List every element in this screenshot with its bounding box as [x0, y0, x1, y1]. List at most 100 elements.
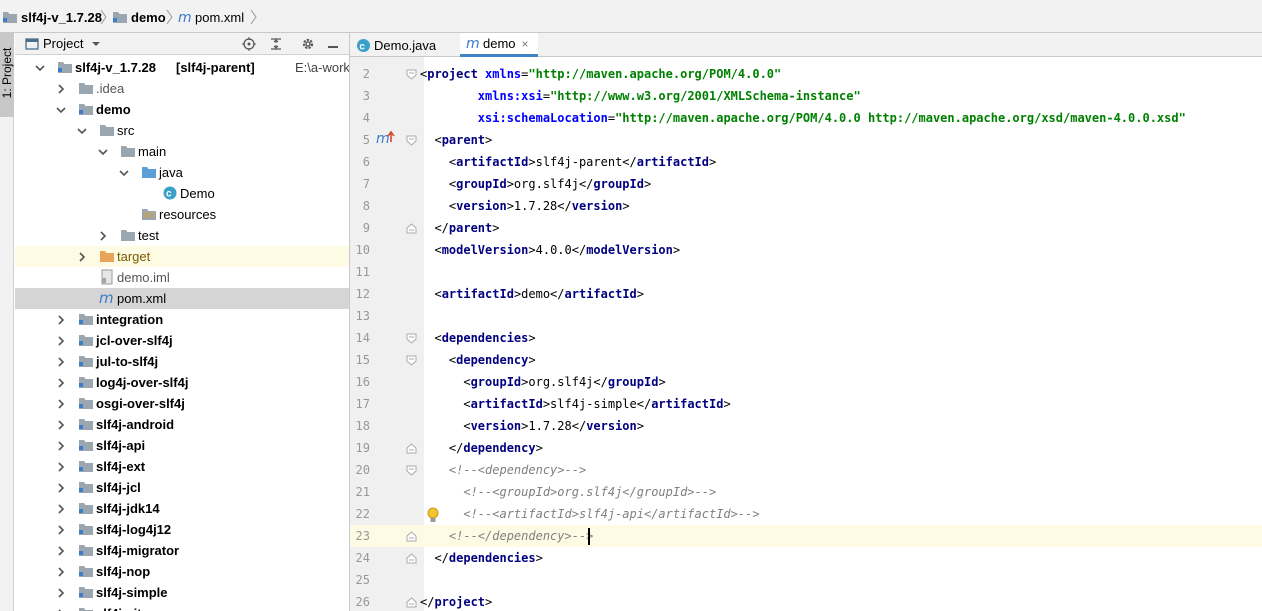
chevron-down-icon[interactable]: [98, 147, 108, 157]
tree-item-label: slf4j-simple: [96, 585, 168, 600]
tab-demo-pom[interactable]: m demo ×: [460, 33, 538, 57]
tree-item-label: slf4j-site: [96, 606, 149, 611]
code-token: >: [492, 221, 500, 235]
settings-gear-icon[interactable]: [300, 36, 316, 52]
tree-item-slf4j-v-1-7-28[interactable]: slf4j-v_1.7.28 [slf4j-parent] E:\a-worksp…: [15, 57, 349, 78]
tree-item-osgi-over-slf4j[interactable]: osgi-over-slf4j: [15, 393, 349, 414]
chevron-down-icon[interactable]: [35, 63, 45, 73]
fold-close-icon[interactable]: [406, 443, 417, 454]
chevron-right-icon[interactable]: [56, 378, 66, 388]
tree-item-resources[interactable]: resources: [15, 204, 349, 225]
tab-demo-java[interactable]: c Demo.java: [356, 33, 460, 57]
locate-icon[interactable]: [241, 36, 257, 52]
tree-item-src[interactable]: src: [15, 120, 349, 141]
fold-close-icon[interactable]: [406, 597, 417, 608]
fold-close-icon[interactable]: [406, 553, 417, 564]
code-token: modelVersion: [441, 243, 529, 257]
tree-item-label: src: [117, 123, 135, 138]
code-token: <: [420, 287, 442, 301]
resources-folder-icon: [142, 209, 156, 220]
svg-text:c: c: [359, 41, 365, 52]
chevron-right-icon[interactable]: [56, 483, 66, 493]
code-line: <groupId>org.slf4j</groupId>: [420, 371, 665, 393]
fold-close-icon[interactable]: [406, 223, 417, 234]
tree-item-jul-to-slf4j[interactable]: jul-to-slf4j: [15, 351, 349, 372]
tree-item-slf4j-ext[interactable]: slf4j-ext: [15, 456, 349, 477]
chevron-right-icon[interactable]: [98, 231, 108, 241]
breadcrumb-module[interactable]: demo: [112, 8, 166, 26]
tree-item-slf4j-android[interactable]: slf4j-android: [15, 414, 349, 435]
breadcrumb-separator-icon: [250, 9, 257, 25]
chevron-down-icon[interactable]: [119, 168, 129, 178]
tree-item-pom-xml[interactable]: m pom.xml: [15, 288, 349, 309]
chevron-right-icon[interactable]: [56, 315, 66, 325]
chevron-right-icon[interactable]: [56, 399, 66, 409]
folder-icon: [100, 125, 114, 136]
tree-item-jcl-over-slf4j[interactable]: jcl-over-slf4j: [15, 330, 349, 351]
code-token: xmlns:xsi: [477, 89, 543, 103]
tree-item-demo-iml[interactable]: demo.iml: [15, 267, 349, 288]
tree-item-integration[interactable]: integration: [15, 309, 349, 330]
chevron-right-icon[interactable]: [56, 336, 66, 346]
hide-icon[interactable]: [325, 36, 341, 52]
fold-open-icon[interactable]: [406, 355, 417, 366]
fold-open-icon[interactable]: [406, 69, 417, 80]
chevron-right-icon[interactable]: [56, 462, 66, 472]
project-view-selector[interactable]: Project: [25, 36, 101, 51]
breadcrumb-file[interactable]: m pom.xml: [178, 8, 244, 26]
iml-file-icon: [101, 269, 113, 285]
code-line: <artifactId>slf4j-parent</artifactId>: [420, 151, 716, 173]
code-line: xsi:schemaLocation="http://maven.apache.…: [420, 107, 1186, 129]
fold-close-icon[interactable]: [406, 531, 417, 542]
code-line: <dependency>: [420, 349, 536, 371]
chevron-right-icon[interactable]: [56, 441, 66, 451]
tree-item-slf4j-log4j12[interactable]: slf4j-log4j12: [15, 519, 349, 540]
tree-item-log4j-over-slf4j[interactable]: log4j-over-slf4j: [15, 372, 349, 393]
tree-item-demo[interactable]: demo: [15, 99, 349, 120]
tree-item-slf4j-api[interactable]: slf4j-api: [15, 435, 349, 456]
close-tab-icon[interactable]: ×: [522, 37, 529, 51]
chevron-right-icon[interactable]: [56, 84, 66, 94]
tree-item-label: slf4j-nop: [96, 564, 151, 579]
fold-open-icon[interactable]: [406, 465, 417, 476]
tree-item-slf4j-site[interactable]: slf4j-site: [15, 603, 349, 611]
module-folder-icon: [3, 12, 17, 23]
tree-item-slf4j-migrator[interactable]: slf4j-migrator: [15, 540, 349, 561]
tree-item-label: slf4j-jdk14: [96, 501, 160, 516]
code-token: >: [528, 331, 536, 345]
code-token: dependency: [463, 441, 536, 455]
tree-item-target[interactable]: target: [15, 246, 349, 267]
editor-tab-bar: c Demo.java m demo ×: [350, 33, 1262, 57]
chevron-right-icon[interactable]: [56, 546, 66, 556]
chevron-right-icon[interactable]: [56, 525, 66, 535]
tree-item-slf4j-jcl[interactable]: slf4j-jcl: [15, 477, 349, 498]
chevron-right-icon[interactable]: [77, 252, 87, 262]
chevron-down-icon[interactable]: [77, 126, 87, 136]
tree-item-slf4j-nop[interactable]: slf4j-nop: [15, 561, 349, 582]
tree-item-slf4j-jdk14[interactable]: slf4j-jdk14: [15, 498, 349, 519]
chevron-right-icon[interactable]: [56, 567, 66, 577]
tree-item-slf4j-simple[interactable]: slf4j-simple: [15, 582, 349, 603]
tree-item-demo[interactable]: c Demo: [15, 183, 349, 204]
lightbulb-intention-icon[interactable]: [426, 507, 440, 525]
maven-navigate-parent-icon[interactable]: m: [376, 130, 396, 148]
code-line: <modelVersion>4.0.0</modelVersion>: [420, 239, 680, 261]
fold-open-icon[interactable]: [406, 333, 417, 344]
chevron-right-icon[interactable]: [56, 588, 66, 598]
breadcrumb-project[interactable]: slf4j-v_1.7.28: [2, 8, 102, 26]
code-line: <dependencies>: [420, 327, 536, 349]
code-token: artifactId: [470, 397, 543, 411]
module-folder-icon: [79, 566, 93, 577]
fold-open-icon[interactable]: [406, 135, 417, 146]
tree-item-test[interactable]: test: [15, 225, 349, 246]
chevron-down-icon[interactable]: [56, 105, 66, 115]
code-token: project: [434, 595, 486, 609]
tree-item-main[interactable]: main: [15, 141, 349, 162]
tree-item-label: osgi-over-slf4j: [96, 396, 185, 411]
chevron-right-icon[interactable]: [56, 357, 66, 367]
tree-item-java[interactable]: java: [15, 162, 349, 183]
collapse-all-icon[interactable]: [268, 36, 284, 52]
chevron-right-icon[interactable]: [56, 420, 66, 430]
chevron-right-icon[interactable]: [56, 504, 66, 514]
tree-item-idea[interactable]: .idea: [15, 78, 349, 99]
